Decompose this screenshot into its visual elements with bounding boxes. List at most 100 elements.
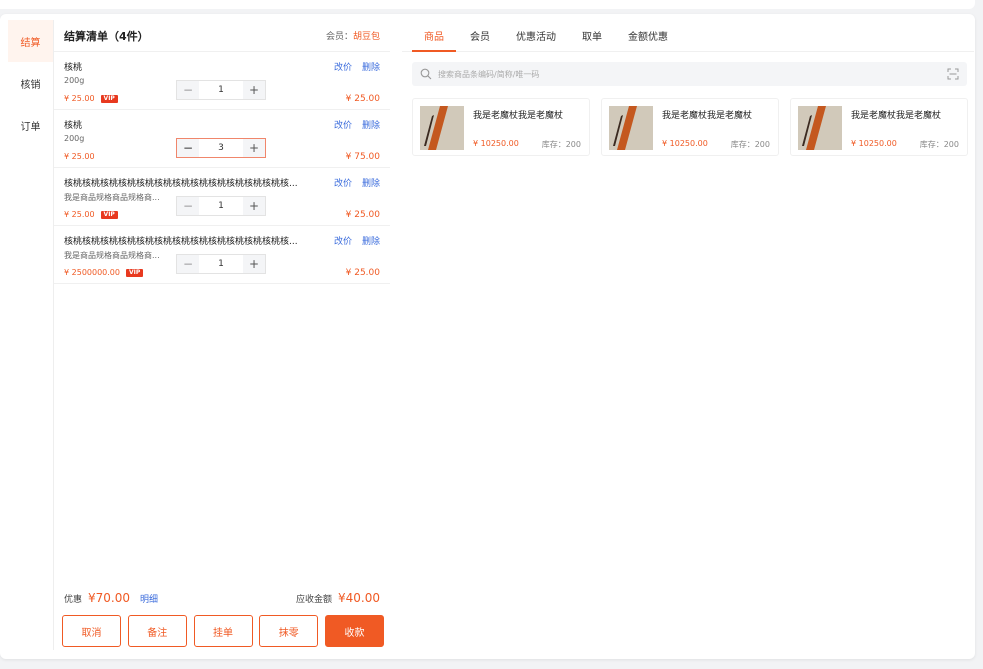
search-bar xyxy=(412,62,967,86)
edit-price-link[interactable]: 改价 xyxy=(334,179,352,189)
item-price: ¥ 2500000.00 xyxy=(64,268,120,277)
product-price: ¥ 10250.00 xyxy=(662,139,708,148)
product-card[interactable]: 我是老魔杖我是老魔杖 ¥ 10250.00 库存：200 xyxy=(601,98,779,156)
product-card[interactable]: 我是老魔杖我是老魔杖 ¥ 10250.00 库存：200 xyxy=(412,98,590,156)
item-name: 核桃 xyxy=(64,121,83,131)
item-actions: 改价 删除 xyxy=(324,60,380,73)
quantity-stepper: − 1 + xyxy=(176,80,266,100)
delete-link[interactable]: 删除 xyxy=(362,179,380,189)
item-price-row: ¥ 25.00 xyxy=(64,152,95,161)
cart-header: 结算清单（4件） 会员：胡豆包 xyxy=(54,20,390,52)
due-label: 应收金额 xyxy=(295,594,332,605)
discount-amount: ¥70.00 xyxy=(88,591,131,605)
action-buttons: 取消 备注 挂单 抹零 收款 xyxy=(62,615,384,647)
discount-detail-link[interactable]: 明细 xyxy=(140,592,158,605)
product-stock: 库存：200 xyxy=(730,140,770,149)
product-thumbnail xyxy=(798,106,842,150)
hold-order-button[interactable]: 挂单 xyxy=(193,615,253,647)
product-grid: 我是老魔杖我是老魔杖 ¥ 10250.00 库存：200 我是老魔杖我是老魔杖 … xyxy=(412,98,968,156)
nav-item-orders[interactable]: 订单 xyxy=(8,104,53,146)
nav-item-label: 结算 xyxy=(20,37,41,49)
product-stock: 库存：200 xyxy=(919,140,959,149)
cancel-button[interactable]: 取消 xyxy=(62,615,121,647)
product-name: 我是老魔杖我是老魔杖 xyxy=(662,111,753,121)
nav-item-checkout[interactable]: 结算 xyxy=(8,20,53,62)
discount-label: 优惠 xyxy=(64,594,83,605)
vip-badge: VIP xyxy=(100,94,118,103)
cart-title: 结算清单（4件） xyxy=(64,29,149,43)
due-summary: 应收金额 ¥40.00 xyxy=(296,591,380,605)
nav-item-label: 订单 xyxy=(20,121,41,133)
member-name[interactable]: 胡豆包 xyxy=(353,32,380,42)
decrement-button[interactable]: − xyxy=(177,255,199,273)
note-button[interactable]: 备注 xyxy=(127,615,187,647)
item-name: 核桃核桃核桃核桃核桃核桃核桃核桃核桃核桃核桃核桃核... xyxy=(64,237,298,247)
edit-price-link[interactable]: 改价 xyxy=(334,63,352,73)
cart-summary: 优惠 ¥70.00 明细 应收金额 ¥40.00 xyxy=(64,588,380,608)
tab-amount-discount[interactable]: 金额优惠 xyxy=(616,28,680,51)
cart-panel: 结算清单（4件） 会员：胡豆包 核桃 200g ¥ 25.00 VIP 改价 删除… xyxy=(54,20,390,650)
quantity-stepper: − 1 + xyxy=(176,196,266,216)
item-price-row: ¥ 25.00 VIP xyxy=(64,94,118,103)
decrement-button[interactable]: − xyxy=(177,81,199,99)
product-thumbnail xyxy=(420,106,464,150)
increment-button[interactable]: + xyxy=(243,255,265,273)
cart-item: 核桃 200g ¥ 25.00 VIP 改价 删除 − 1 + ¥ 25.00 xyxy=(54,52,390,110)
item-total: ¥ 25.00 xyxy=(345,210,380,220)
item-total: ¥ 75.00 xyxy=(345,152,380,162)
item-price: ¥ 25.00 xyxy=(64,210,95,219)
quantity-value[interactable]: 1 xyxy=(199,259,243,269)
cart-item: 核桃核桃核桃核桃核桃核桃核桃核桃核桃核桃核桃核桃核... 我是商品规格商品规格商… xyxy=(54,168,390,226)
product-price: ¥ 10250.00 xyxy=(473,139,519,148)
vip-badge: VIP xyxy=(125,268,144,277)
delete-link[interactable]: 删除 xyxy=(362,237,380,247)
product-thumbnail xyxy=(609,106,653,150)
product-price: ¥ 10250.00 xyxy=(851,139,897,148)
product-name: 我是老魔杖我是老魔杖 xyxy=(851,111,942,121)
item-price-row: ¥ 25.00 VIP xyxy=(64,210,118,219)
search-input[interactable] xyxy=(438,69,947,79)
top-strip xyxy=(0,0,975,9)
tab-promotions[interactable]: 优惠活动 xyxy=(504,28,568,51)
item-actions: 改价 删除 xyxy=(324,176,380,189)
tab-retrieve-order[interactable]: 取单 xyxy=(570,28,614,51)
product-name: 我是老魔杖我是老魔杖 xyxy=(473,111,564,121)
delete-link[interactable]: 删除 xyxy=(362,63,380,73)
item-name: 核桃核桃核桃核桃核桃核桃核桃核桃核桃核桃核桃核桃核... xyxy=(64,179,298,189)
quantity-value[interactable]: 3 xyxy=(199,143,243,153)
products-panel: 商品 会员 优惠活动 取单 金额优惠 我是老魔杖我是老魔杖 ¥ 10250.0 xyxy=(402,20,974,650)
tab-bar: 商品 会员 优惠活动 取单 金额优惠 xyxy=(402,20,974,52)
nav-item-verify[interactable]: 核销 xyxy=(8,62,53,104)
item-spec: 200g xyxy=(64,76,85,85)
item-price: ¥ 25.00 xyxy=(64,94,95,103)
edit-price-link[interactable]: 改价 xyxy=(334,121,352,131)
checkout-button[interactable]: 收款 xyxy=(325,615,384,647)
quantity-value[interactable]: 1 xyxy=(199,201,243,211)
member-label: 会员： xyxy=(325,32,353,42)
scan-icon[interactable] xyxy=(947,68,959,80)
due-amount: ¥40.00 xyxy=(338,591,380,605)
product-card[interactable]: 我是老魔杖我是老魔杖 ¥ 10250.00 库存：200 xyxy=(790,98,968,156)
item-price-row: ¥ 2500000.00 VIP xyxy=(64,268,144,277)
quantity-value[interactable]: 1 xyxy=(199,85,243,95)
tab-members[interactable]: 会员 xyxy=(458,28,502,51)
quantity-stepper: − 1 + xyxy=(176,254,266,274)
increment-button[interactable]: + xyxy=(243,81,265,99)
edit-price-link[interactable]: 改价 xyxy=(334,237,352,247)
delete-link[interactable]: 删除 xyxy=(362,121,380,131)
item-total: ¥ 25.00 xyxy=(345,94,380,104)
increment-button[interactable]: + xyxy=(243,197,265,215)
nav-item-label: 核销 xyxy=(20,79,41,91)
item-spec: 我是商品规格商品规格商... xyxy=(64,251,160,260)
round-off-button[interactable]: 抹零 xyxy=(259,615,319,647)
decrement-button[interactable]: − xyxy=(177,197,199,215)
cart-item: 核桃 200g ¥ 25.00 改价 删除 − 3 + ¥ 75.00 xyxy=(54,110,390,168)
discount-summary: 优惠 ¥70.00 明细 xyxy=(64,591,158,605)
tab-products[interactable]: 商品 xyxy=(412,28,456,52)
decrement-button[interactable]: − xyxy=(177,139,199,157)
item-actions: 改价 删除 xyxy=(324,118,380,131)
increment-button[interactable]: + xyxy=(243,139,265,157)
member-info[interactable]: 会员：胡豆包 xyxy=(326,29,380,42)
item-price: ¥ 25.00 xyxy=(64,152,95,161)
item-total: ¥ 25.00 xyxy=(345,268,380,278)
